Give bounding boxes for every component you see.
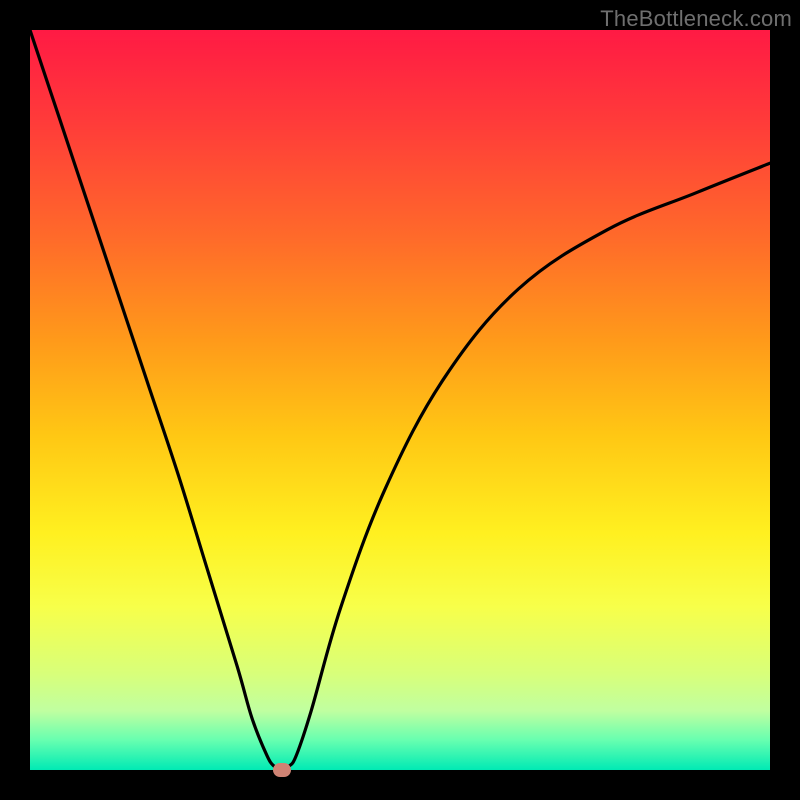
watermark-text: TheBottleneck.com <box>600 6 792 32</box>
bottleneck-curve <box>30 30 770 770</box>
chart-frame: TheBottleneck.com <box>0 0 800 800</box>
plot-area <box>30 30 770 770</box>
optimal-marker <box>273 763 291 777</box>
